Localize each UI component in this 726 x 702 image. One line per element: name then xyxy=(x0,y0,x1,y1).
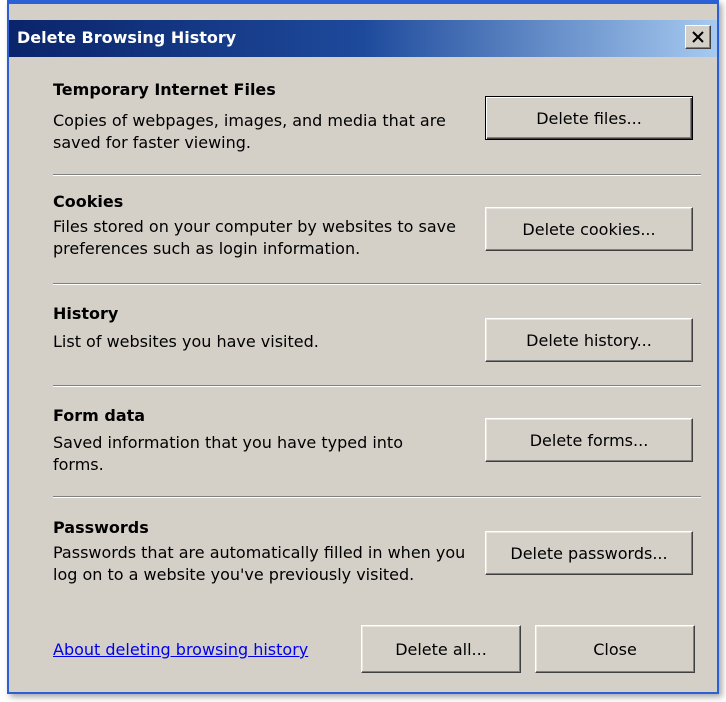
section-title: Form data xyxy=(53,406,146,425)
delete-cookies-button[interactable]: Delete cookies... xyxy=(485,207,693,251)
delete-forms-button[interactable]: Delete forms... xyxy=(485,418,693,462)
separator xyxy=(53,283,701,285)
section-title: Passwords xyxy=(53,518,149,537)
section-description: Copies of webpages, images, and media th… xyxy=(53,111,446,152)
separator xyxy=(53,496,701,498)
delete-history-button[interactable]: Delete history... xyxy=(485,318,693,362)
delete-files-button[interactable]: Delete files... xyxy=(485,96,693,140)
section-description: Passwords that are automatically filled … xyxy=(53,543,466,584)
separator xyxy=(53,385,701,387)
section-description: Saved information that you have typed in… xyxy=(53,433,403,474)
close-icon xyxy=(692,31,704,43)
section-description: Files stored on your computer by website… xyxy=(53,217,456,258)
close-window-button[interactable] xyxy=(685,25,711,49)
delete-passwords-button[interactable]: Delete passwords... xyxy=(485,531,693,575)
section-description: List of websites you have visited. xyxy=(53,332,319,351)
section-title: History xyxy=(53,304,119,323)
dialog-title: Delete Browsing History xyxy=(17,28,237,47)
section-title: Temporary Internet Files xyxy=(53,80,276,99)
title-bar[interactable]: Delete Browsing History xyxy=(9,20,717,57)
about-deleting-browsing-history-link[interactable]: About deleting browsing history xyxy=(53,640,308,659)
separator xyxy=(53,174,701,176)
close-button[interactable]: Close xyxy=(535,625,695,673)
delete-browsing-history-dialog: Delete Browsing History Temporary Intern… xyxy=(7,0,719,694)
section-title: Cookies xyxy=(53,192,124,211)
delete-all-button[interactable]: Delete all... xyxy=(361,625,521,673)
